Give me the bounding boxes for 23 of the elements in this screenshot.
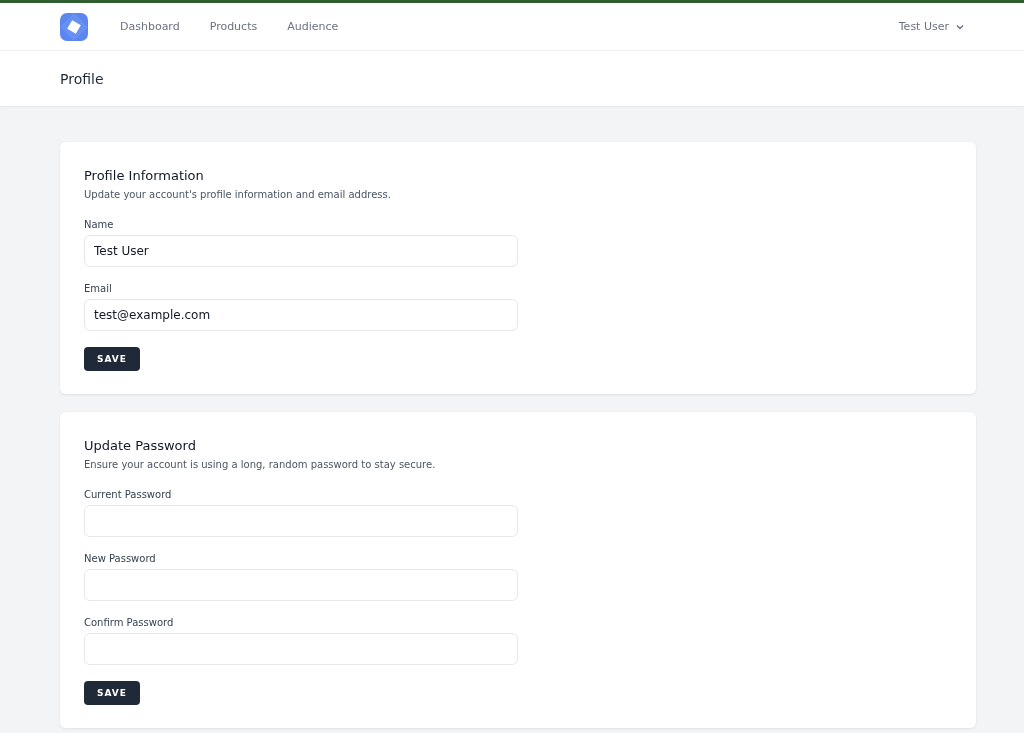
input-field[interactable] xyxy=(84,633,518,665)
page-title: Profile xyxy=(60,70,104,87)
section-title: Profile Information xyxy=(84,168,205,183)
chevron-down-icon xyxy=(956,23,964,30)
input-field[interactable]: test@example.com xyxy=(84,299,518,331)
logo-icon[interactable] xyxy=(60,12,88,41)
section-title: Update Password xyxy=(84,438,197,453)
nav-link[interactable]: Dashboard xyxy=(120,20,180,33)
field-label: Name xyxy=(84,219,115,230)
field-label: Current Password xyxy=(84,489,173,500)
field-label: Confirm Password xyxy=(84,617,175,628)
user-menu-button[interactable]: Test User xyxy=(898,20,964,33)
nav-link[interactable]: Products xyxy=(209,20,258,33)
save-button[interactable]: SAVE xyxy=(84,681,140,705)
nav-link[interactable]: Audience xyxy=(287,20,339,33)
field-label: New Password xyxy=(84,553,157,564)
input-field[interactable] xyxy=(84,505,518,537)
save-button[interactable]: SAVE xyxy=(84,347,140,371)
section-description: Ensure your account is using a long, random password to stay secure. xyxy=(84,459,437,470)
section-description: Update your account's profile information and email address. xyxy=(84,189,392,200)
input-field[interactable]: Test User xyxy=(84,235,518,267)
input-field[interactable] xyxy=(84,569,518,601)
field-label: Email xyxy=(84,283,113,294)
